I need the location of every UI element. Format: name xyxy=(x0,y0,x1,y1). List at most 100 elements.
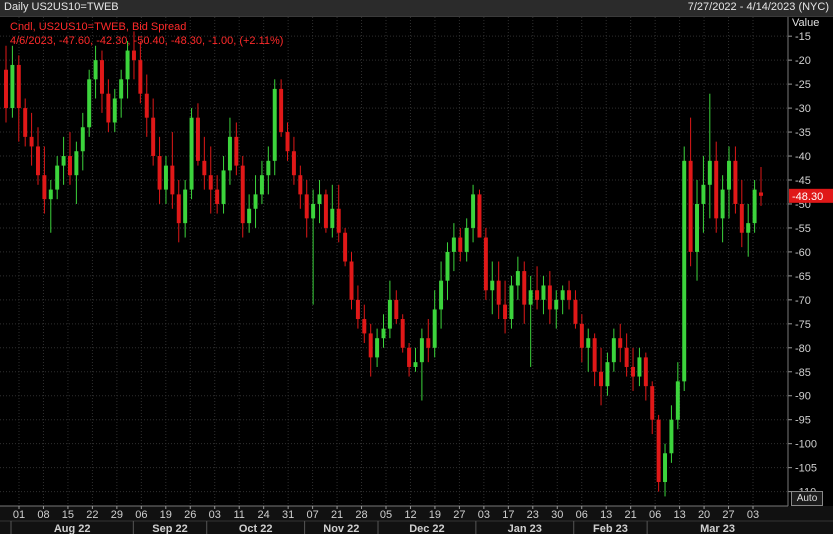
x-tick-label: 06 xyxy=(576,509,588,521)
candle-body xyxy=(93,60,98,80)
candle-body xyxy=(464,227,469,252)
candle-body xyxy=(547,285,552,310)
y-tick-label: -80 xyxy=(795,343,811,355)
candle-body xyxy=(746,223,751,233)
candle-body xyxy=(682,160,687,382)
candle-body xyxy=(42,175,47,200)
candle-body xyxy=(266,160,271,176)
candle-body xyxy=(291,151,296,176)
candle-body xyxy=(323,194,328,228)
candle-body xyxy=(138,60,143,94)
candle-body xyxy=(567,290,572,300)
candle-body xyxy=(253,194,258,209)
candle-body xyxy=(394,299,399,320)
x-tick-label: 07 xyxy=(306,509,318,521)
candle-body xyxy=(675,381,680,420)
x-tick-label: 15 xyxy=(62,509,74,521)
candle-body xyxy=(80,127,85,152)
candle-body xyxy=(285,132,290,152)
candle-body xyxy=(10,64,15,109)
candle-body xyxy=(496,280,501,305)
y-tick-label: -95 xyxy=(795,415,811,427)
y-tick-label: -45 xyxy=(795,175,811,187)
candle-body xyxy=(247,208,252,224)
x-tick-label: 12 xyxy=(404,509,416,521)
month-label: Dec 22 xyxy=(409,523,444,534)
candle-body xyxy=(739,203,744,233)
auto-scale-button[interactable]: Auto xyxy=(791,491,823,506)
y-tick-label: -60 xyxy=(795,247,811,259)
candle-body xyxy=(714,160,719,219)
candle-body xyxy=(336,208,341,233)
y-tick-label: -85 xyxy=(795,367,811,379)
candle-body xyxy=(432,309,437,348)
x-tick-label: 13 xyxy=(673,509,685,521)
x-tick-label: 11 xyxy=(233,509,244,521)
y-tick-label: -70 xyxy=(795,295,811,307)
x-tick-label: 08 xyxy=(37,509,49,521)
legend: Cndl, US2US10=TWEB, Bid Spread 4/6/2023,… xyxy=(10,20,283,48)
candle-body xyxy=(419,338,424,363)
y-tick-label: -35 xyxy=(795,127,811,139)
candle-body xyxy=(259,175,264,195)
candle-body xyxy=(87,79,92,128)
candle-body xyxy=(695,203,700,252)
candle-body xyxy=(592,338,597,372)
candle-body xyxy=(503,304,508,320)
y-tick-label: -40 xyxy=(795,151,811,163)
x-tick-label: 27 xyxy=(453,509,465,521)
month-label: Aug 22 xyxy=(54,523,91,534)
x-tick-label: 13 xyxy=(600,509,612,521)
x-tick-label: 29 xyxy=(111,509,123,521)
candlestick-chart: -15-20-25-30-35-40-45-50-55-60-65-70-75-… xyxy=(0,17,833,534)
candle-body xyxy=(343,232,348,262)
month-label: Nov 22 xyxy=(323,523,359,534)
candle-body xyxy=(4,69,8,109)
candle-body xyxy=(701,184,706,204)
candle-body xyxy=(381,328,386,339)
candle-body xyxy=(170,165,175,195)
candle-body xyxy=(458,237,463,252)
x-tick-label: 06 xyxy=(135,509,147,521)
month-label: Mar 23 xyxy=(700,523,735,534)
x-tick-label: 24 xyxy=(258,509,270,521)
x-tick-label: 01 xyxy=(13,509,25,521)
candle-body xyxy=(688,160,693,252)
candle-body xyxy=(759,192,763,196)
x-tick-label: 21 xyxy=(331,509,343,521)
x-tick-label: 27 xyxy=(722,509,734,521)
x-tick-label: 23 xyxy=(527,509,539,521)
candle-body xyxy=(413,362,418,367)
candle-body xyxy=(400,319,405,348)
candle-body xyxy=(298,175,303,195)
last-value-text: -48.30 xyxy=(792,191,823,203)
x-tick-label: 19 xyxy=(429,509,441,521)
candle-body xyxy=(631,366,636,377)
candle-body xyxy=(61,156,66,166)
candle-body xyxy=(643,357,648,387)
candle-body xyxy=(349,261,354,300)
candle-body xyxy=(362,319,367,334)
x-tick-label: 21 xyxy=(625,509,637,521)
candle-body xyxy=(490,280,495,291)
x-tick-label: 05 xyxy=(380,509,392,521)
candle-body xyxy=(215,189,220,204)
candle-body xyxy=(157,156,162,190)
candle-body xyxy=(189,117,194,190)
candle-body xyxy=(624,347,629,367)
x-tick-label: 31 xyxy=(282,509,294,521)
month-label: Sep 22 xyxy=(152,523,187,534)
candle-body xyxy=(707,160,712,185)
candle-body xyxy=(535,290,540,300)
candle-body xyxy=(151,117,156,157)
candle-body xyxy=(579,323,584,348)
candle-body xyxy=(36,146,40,176)
y-tick-label: -100 xyxy=(795,439,817,451)
candle-body xyxy=(202,160,207,176)
candle-body xyxy=(650,386,655,420)
candle-body xyxy=(176,194,181,224)
candle-body xyxy=(163,165,168,190)
candle-body xyxy=(554,299,559,310)
candle-body xyxy=(483,237,488,291)
y-axis: -15-20-25-30-35-40-45-50-55-60-65-70-75-… xyxy=(787,17,817,506)
